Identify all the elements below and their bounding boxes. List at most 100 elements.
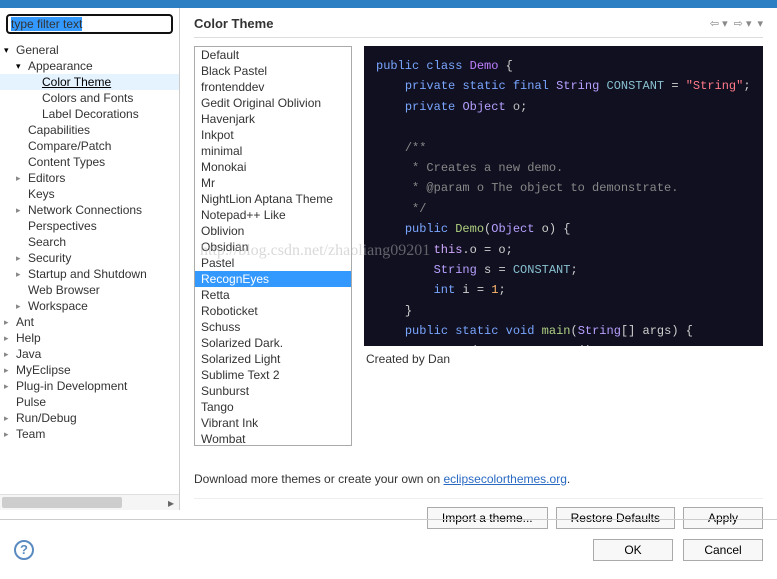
- filter-input[interactable]: [6, 14, 173, 34]
- theme-item-tango[interactable]: Tango: [195, 399, 351, 415]
- expand-icon[interactable]: [4, 381, 14, 392]
- theme-item-obsidian[interactable]: Obsidian: [195, 239, 351, 255]
- theme-item-default[interactable]: Default: [195, 47, 351, 63]
- tree-item-editors[interactable]: Editors: [0, 170, 179, 186]
- tree-item-web-browser[interactable]: Web Browser: [0, 282, 179, 298]
- divider: [194, 37, 763, 38]
- theme-item-notepad-like[interactable]: Notepad++ Like: [195, 207, 351, 223]
- nav-icons: ⇦ ▾ ⇨ ▾ ▾: [710, 17, 763, 30]
- scroll-right-icon[interactable]: ▸: [163, 495, 179, 510]
- tree-item-appearance[interactable]: Appearance: [0, 58, 179, 74]
- theme-item-nightlion-aptana-theme[interactable]: NightLion Aptana Theme: [195, 191, 351, 207]
- scrollbar-thumb[interactable]: [2, 497, 122, 508]
- expand-icon[interactable]: [16, 173, 26, 184]
- theme-item-minimal[interactable]: minimal: [195, 143, 351, 159]
- help-icon[interactable]: ?: [14, 540, 34, 560]
- theme-item-sunburst[interactable]: Sunburst: [195, 383, 351, 399]
- theme-list[interactable]: DefaultBlack PastelfrontenddevGedit Orig…: [194, 46, 352, 446]
- back-icon[interactable]: ⇦ ▾: [710, 17, 728, 30]
- tree-item-security[interactable]: Security: [0, 250, 179, 266]
- ok-button[interactable]: OK: [593, 539, 673, 561]
- theme-item-black-pastel[interactable]: Black Pastel: [195, 63, 351, 79]
- tree-item-label: Workspace: [26, 299, 88, 313]
- tree-item-label: General: [14, 43, 59, 57]
- tree-item-label: Help: [14, 331, 41, 345]
- theme-item-wombat[interactable]: Wombat: [195, 431, 351, 446]
- tree-item-java[interactable]: Java: [0, 346, 179, 362]
- theme-item-schuss[interactable]: Schuss: [195, 319, 351, 335]
- tree-item-label: Search: [26, 235, 66, 249]
- theme-item-gedit-original-oblivion[interactable]: Gedit Original Oblivion: [195, 95, 351, 111]
- tree-item-label-decorations[interactable]: Label Decorations: [0, 106, 179, 122]
- theme-item-solarized-light[interactable]: Solarized Light: [195, 351, 351, 367]
- theme-item-recogneyes[interactable]: RecognEyes: [195, 271, 351, 287]
- forward-icon[interactable]: ⇨ ▾: [734, 17, 752, 30]
- tree-item-compare-patch[interactable]: Compare/Patch: [0, 138, 179, 154]
- tree-item-run-debug[interactable]: Run/Debug: [0, 410, 179, 426]
- horizontal-scrollbar[interactable]: ◂ ▸: [0, 494, 179, 510]
- preferences-tree[interactable]: General AppearanceColor ThemeColors and F…: [0, 40, 179, 494]
- main-layout: GeneralAppearanceColor ThemeColors and F…: [0, 8, 777, 510]
- tree-item-team[interactable]: Team: [0, 426, 179, 442]
- tree-item-plug-in-development[interactable]: Plug-in Development: [0, 378, 179, 394]
- tree-item-ant[interactable]: Ant: [0, 314, 179, 330]
- tree-item-label: Label Decorations: [40, 107, 139, 121]
- download-line: Download more themes or create your own …: [194, 446, 763, 486]
- expand-icon[interactable]: [16, 269, 26, 280]
- expand-icon[interactable]: [4, 45, 14, 56]
- theme-item-retta[interactable]: Retta: [195, 287, 351, 303]
- tree-item-capabilities[interactable]: Capabilities: [0, 122, 179, 138]
- tree-item-color-theme[interactable]: Color Theme: [0, 74, 179, 90]
- sidebar: General AppearanceColor ThemeColors and F…: [0, 8, 180, 510]
- tree-item-search[interactable]: Search: [0, 234, 179, 250]
- tree-item-startup-and-shutdown[interactable]: Startup and Shutdown: [0, 266, 179, 282]
- expand-icon[interactable]: [4, 429, 14, 440]
- tree-item-pulse[interactable]: Pulse: [0, 394, 179, 410]
- tree-item-label: Appearance: [26, 59, 93, 73]
- tree-item-label: Run/Debug: [14, 411, 77, 425]
- tree-item-label: Plug-in Development: [14, 379, 127, 393]
- cancel-button[interactable]: Cancel: [683, 539, 763, 561]
- page-title: Color Theme: [194, 16, 273, 31]
- tree-item-label: Perspectives: [26, 219, 97, 233]
- expand-icon[interactable]: [16, 61, 26, 72]
- download-link[interactable]: eclipsecolorthemes.org: [443, 472, 566, 486]
- created-by-label: Created by Dan: [364, 346, 763, 372]
- tree-item-perspectives[interactable]: Perspectives: [0, 218, 179, 234]
- tree-item-myeclipse[interactable]: MyEclipse: [0, 362, 179, 378]
- tree-item-keys[interactable]: Keys: [0, 186, 179, 202]
- expand-icon[interactable]: [16, 301, 26, 312]
- expand-icon[interactable]: [4, 413, 14, 424]
- expand-icon[interactable]: [4, 365, 14, 376]
- expand-icon[interactable]: [16, 205, 26, 216]
- tree-item-label: Pulse: [14, 395, 46, 409]
- tree-item-label: Team: [14, 427, 45, 441]
- theme-item-vibrant-ink[interactable]: Vibrant Ink: [195, 415, 351, 431]
- tree-item-general[interactable]: General: [0, 42, 179, 58]
- tree-item-label: Web Browser: [26, 283, 100, 297]
- tree-item-label: Colors and Fonts: [40, 91, 133, 105]
- tree-item-workspace[interactable]: Workspace: [0, 298, 179, 314]
- theme-item-inkpot[interactable]: Inkpot: [195, 127, 351, 143]
- theme-item-pastel[interactable]: Pastel: [195, 255, 351, 271]
- theme-item-havenjark[interactable]: Havenjark: [195, 111, 351, 127]
- theme-item-oblivion[interactable]: Oblivion: [195, 223, 351, 239]
- theme-item-monokai[interactable]: Monokai: [195, 159, 351, 175]
- tree-item-colors-and-fonts[interactable]: Colors and Fonts: [0, 90, 179, 106]
- expand-icon[interactable]: [4, 317, 14, 328]
- expand-icon[interactable]: [16, 253, 26, 264]
- theme-item-mr[interactable]: Mr: [195, 175, 351, 191]
- tree-item-label: Content Types: [26, 155, 105, 169]
- tree-item-content-types[interactable]: Content Types: [0, 154, 179, 170]
- tree-item-label: Capabilities: [26, 123, 90, 137]
- menu-icon[interactable]: ▾: [757, 17, 763, 30]
- expand-icon[interactable]: [4, 333, 14, 344]
- expand-icon[interactable]: [4, 349, 14, 360]
- tree-item-label: MyEclipse: [14, 363, 71, 377]
- tree-item-network-connections[interactable]: Network Connections: [0, 202, 179, 218]
- theme-item-frontenddev[interactable]: frontenddev: [195, 79, 351, 95]
- theme-item-solarized-dark-[interactable]: Solarized Dark.: [195, 335, 351, 351]
- tree-item-help[interactable]: Help: [0, 330, 179, 346]
- theme-item-roboticket[interactable]: Roboticket: [195, 303, 351, 319]
- theme-item-sublime-text-2[interactable]: Sublime Text 2: [195, 367, 351, 383]
